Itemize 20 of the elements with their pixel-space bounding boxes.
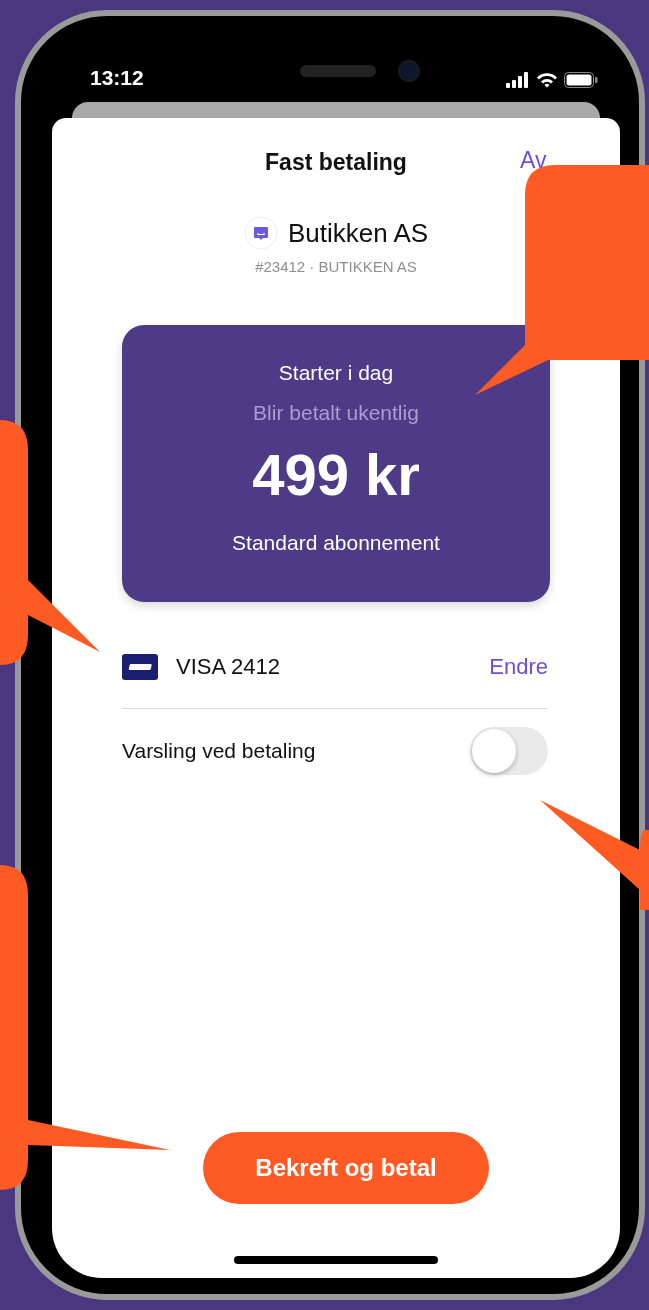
battery-icon (564, 72, 598, 88)
notification-label: Varsling ved betaling (122, 739, 316, 763)
camera-lens (398, 60, 420, 82)
merchant-icon (243, 216, 278, 250)
start-label: Starter i dag (278, 360, 394, 386)
wifi-icon (536, 72, 558, 88)
toggle-switch[interactable] (470, 727, 548, 775)
plan-name: Standard abonnement (232, 530, 440, 556)
visa-card-icon (122, 654, 158, 680)
amount-label: 499 kr (252, 443, 420, 507)
confirm-pay-button[interactable]: Bekreft og betal (203, 1132, 489, 1204)
merchant-subtitle: #23412 · BUTIKKEN AS (254, 258, 418, 275)
sheet-title: Fast betaling (265, 148, 407, 176)
frequency-label: Blir betalt ukentlig (253, 400, 419, 426)
signal-icon (506, 72, 530, 88)
cancel-link[interactable]: Av (520, 147, 547, 174)
status-time: 13:12 (90, 66, 144, 90)
card-label: VISA 2412 (176, 654, 281, 680)
change-link[interactable]: Endre (489, 654, 548, 680)
merchant-name: Butikken AS (287, 217, 429, 249)
